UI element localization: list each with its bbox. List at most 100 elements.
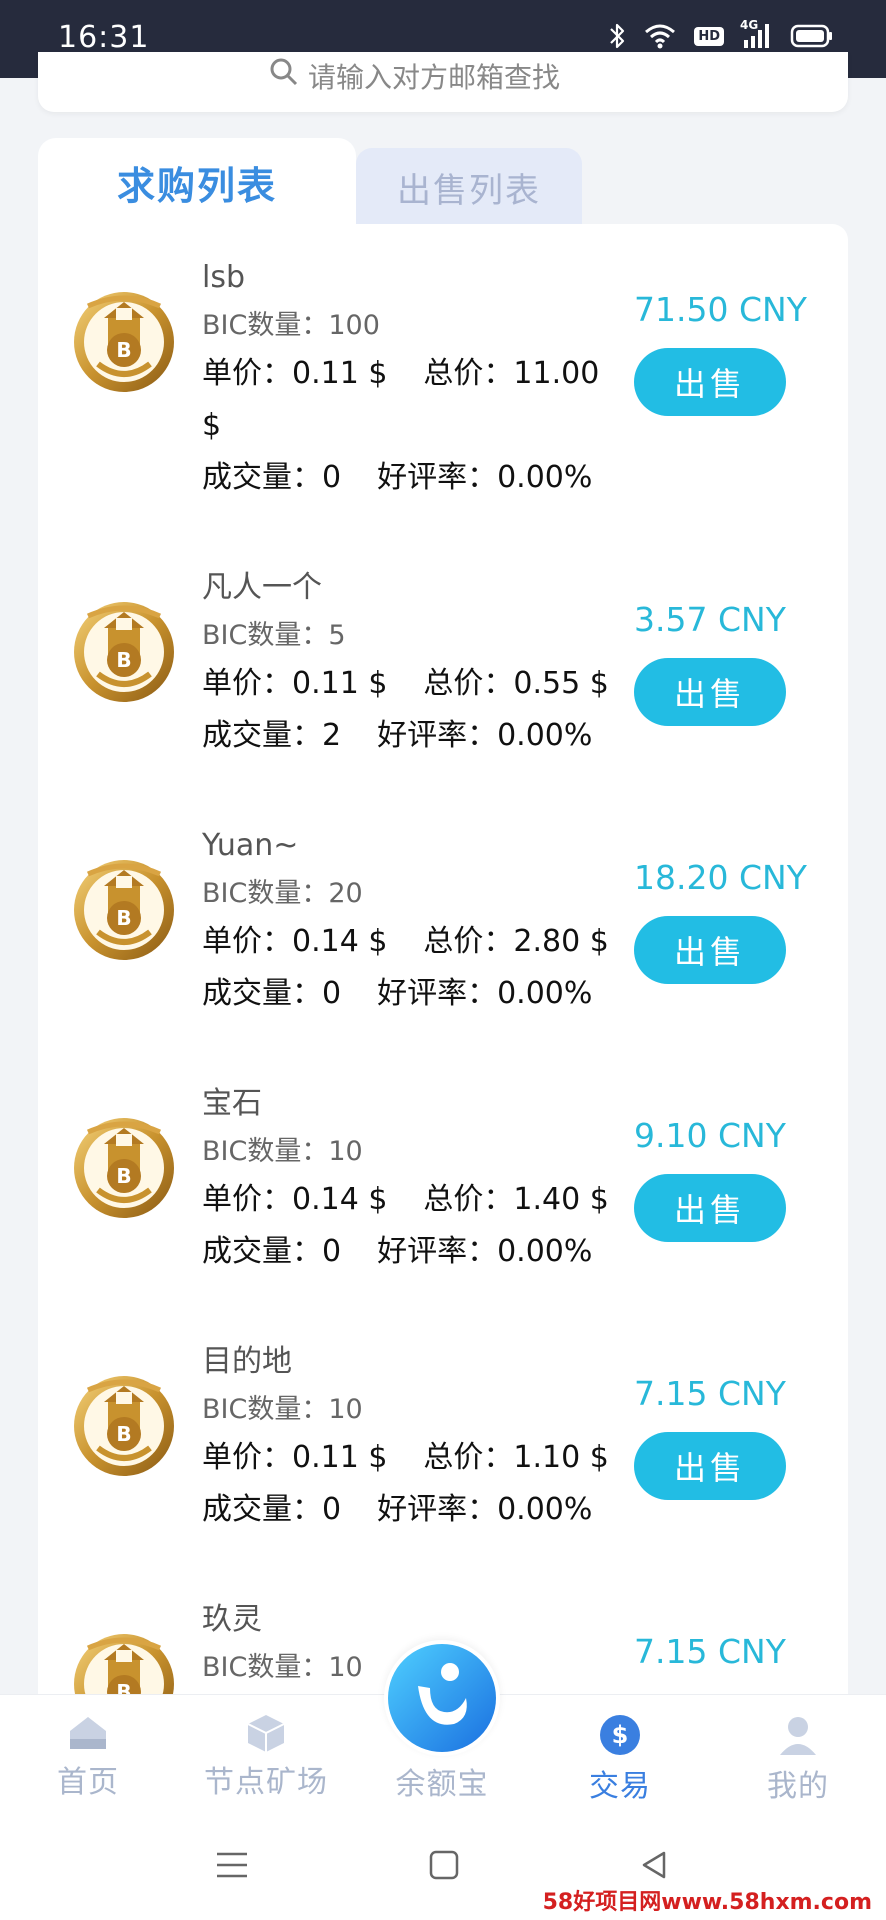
sell-button[interactable]: 出售 (634, 1432, 786, 1500)
rating: 好评率：0.00% (377, 460, 593, 495)
dollar-icon: $ (600, 1715, 640, 1755)
sell-button[interactable]: 出售 (634, 1174, 786, 1242)
item-body: Yuan~ BIC数量：20 单价：0.14 $ 总价：2.80 $ 成交量：0 好… (202, 826, 662, 1020)
tab-sell-list-label: 出售列表 (397, 170, 541, 211)
buyer-name: 目的地 (202, 1344, 292, 1379)
bitcoin-coin-icon (68, 1110, 180, 1222)
unit-price: 单价：0.11 $ (202, 1440, 388, 1475)
item-body: 凡人一个 BIC数量：5 单价：0.11 $ 总价：0.55 $ 成交量：2 好评率… (202, 568, 662, 762)
nav-node-mine-label: 节点矿场 (204, 1765, 328, 1800)
rating: 好评率：0.00% (377, 976, 593, 1011)
deal-count: 成交量：0 (202, 1234, 342, 1269)
price-line: 单价：0.14 $ 总价：1.40 $ (202, 1174, 662, 1226)
price-cny: 71.50 CNY (634, 290, 807, 329)
tab-buy-list-label: 求购列表 (116, 163, 277, 208)
back-triangle-icon[interactable] (624, 1840, 684, 1890)
deal-count: 成交量：0 (202, 1492, 342, 1527)
rating: 好评率：0.00% (377, 1492, 593, 1527)
price-cny: 18.20 CNY (634, 858, 807, 897)
price-cny: 7.15 CNY (634, 1374, 786, 1413)
total-price: 总价：1.10 $ (423, 1440, 609, 1475)
buyer-name: Yuan~ (202, 828, 299, 863)
nav-node-mine[interactable]: 节点矿场 (196, 1713, 336, 1801)
hd-icon: HD (694, 26, 724, 46)
search-bar[interactable]: 请输入对方邮箱查找 (38, 52, 848, 112)
deal-count: 成交量：0 (202, 976, 342, 1011)
bitcoin-coin-icon (68, 594, 180, 706)
bluetooth-icon (608, 22, 626, 50)
menu-icon[interactable] (202, 1840, 262, 1890)
balance-fab[interactable] (384, 1640, 500, 1756)
unit-price: 单价：0.11 $ (202, 666, 388, 701)
search-inner: 请输入对方邮箱查找 (268, 56, 560, 96)
tab-buy-list[interactable]: 求购列表 (38, 138, 356, 226)
item-body: 宝石 BIC数量：10 单价：0.14 $ 总价：1.40 $ 成交量：0 好评率：… (202, 1084, 662, 1278)
nav-balance-label: 余额宝 (395, 1767, 489, 1802)
nav-trade-label: 交易 (589, 1769, 651, 1804)
list-item: 宝石 BIC数量：10 单价：0.14 $ 总价：1.40 $ 成交量：0 好评率：… (38, 1050, 848, 1306)
status-icons: HD 4G (608, 18, 834, 50)
list-item: lsb BIC数量：100 单价：0.11 $ 总价：11.00 $ 成交量：0 好… (38, 224, 848, 495)
tab-sell-list[interactable]: 出售列表 (356, 148, 582, 226)
deal-count: 成交量：2 (202, 718, 342, 753)
watermark: 58好项目网www.58hxm.com (538, 1884, 876, 1916)
search-placeholder: 请输入对方邮箱查找 (308, 61, 561, 94)
deal-count: 成交量：0 (202, 460, 342, 495)
rating: 好评率：0.00% (377, 1234, 593, 1269)
list-item: Yuan~ BIC数量：20 单价：0.14 $ 总价：2.80 $ 成交量：0 好… (38, 792, 848, 1048)
price-line: 单价：0.11 $ 总价：11.00 $ (202, 348, 622, 452)
buy-order-list: lsb BIC数量：100 单价：0.11 $ 总价：11.00 $ 成交量：0 好… (38, 224, 848, 1724)
battery-icon (790, 23, 834, 49)
price-cny: 3.57 CNY (634, 600, 786, 639)
home-square-icon[interactable] (414, 1840, 474, 1890)
user-icon (780, 1717, 816, 1755)
nav-home-label: 首页 (57, 1765, 119, 1800)
bitcoin-coin-icon (68, 852, 180, 964)
cube-icon (247, 1715, 285, 1752)
unit-price: 单价：0.11 $ (202, 356, 388, 391)
sell-button[interactable]: 出售 (634, 348, 786, 416)
wifi-icon (644, 23, 676, 49)
rating: 好评率：0.00% (377, 718, 593, 753)
price-line: 单价：0.14 $ 总价：2.80 $ (202, 916, 662, 968)
item-body: lsb BIC数量：100 单价：0.11 $ 总价：11.00 $ 成交量：0 好… (202, 258, 662, 504)
price-line: 单价：0.11 $ 总价：0.55 $ (202, 658, 662, 710)
price-line: 单价：0.11 $ 总价：1.10 $ (202, 1432, 662, 1484)
search-icon (268, 58, 298, 95)
bitcoin-coin-icon (68, 284, 180, 396)
unit-price: 单价：0.14 $ (202, 924, 388, 959)
stats-line: 成交量：0 好评率：0.00% (202, 452, 662, 504)
svg-text:$: $ (612, 1721, 629, 1749)
nav-balance[interactable]: 余额宝 (372, 1755, 512, 1803)
stats-line: 成交量：2 好评率：0.00% (202, 710, 662, 762)
stats-line: 成交量：0 好评率：0.00% (202, 968, 662, 1020)
bic-quantity: BIC数量：10 (202, 1136, 363, 1167)
bic-quantity: BIC数量：100 (202, 310, 380, 341)
balance-logo-icon (388, 1644, 496, 1752)
buyer-name: 凡人一个 (202, 570, 322, 605)
unit-price: 单价：0.14 $ (202, 1182, 388, 1217)
status-time: 16:31 (58, 20, 150, 55)
stats-line: 成交量：0 好评率：0.00% (202, 1484, 662, 1536)
network-label: 4G (740, 18, 759, 32)
price-cny: 9.10 CNY (634, 1116, 786, 1155)
nav-trade[interactable]: $ 交易 (550, 1713, 690, 1805)
list-item: 凡人一个 BIC数量：5 单价：0.11 $ 总价：0.55 $ 成交量：2 好评率… (38, 534, 848, 790)
total-price: 总价：2.80 $ (423, 924, 609, 959)
sell-button[interactable]: 出售 (634, 658, 786, 726)
nav-mine[interactable]: 我的 (728, 1713, 868, 1805)
nav-mine-label: 我的 (767, 1769, 829, 1804)
nav-home[interactable]: 首页 (18, 1713, 158, 1801)
signal-icon: 4G (740, 18, 772, 50)
bic-quantity: BIC数量：5 (202, 620, 346, 651)
bic-quantity: BIC数量：10 (202, 1394, 363, 1425)
item-body: 目的地 BIC数量：10 单价：0.11 $ 总价：1.10 $ 成交量：0 好评率… (202, 1342, 662, 1536)
price-cny: 7.15 CNY (634, 1632, 786, 1671)
bic-quantity: BIC数量：20 (202, 878, 363, 909)
buyer-name: lsb (202, 260, 246, 295)
home-icon (70, 1717, 106, 1749)
total-price: 总价：0.55 $ (423, 666, 609, 701)
sell-button[interactable]: 出售 (634, 916, 786, 984)
stats-line: 成交量：0 好评率：0.00% (202, 1226, 662, 1278)
bitcoin-coin-icon (68, 1368, 180, 1480)
